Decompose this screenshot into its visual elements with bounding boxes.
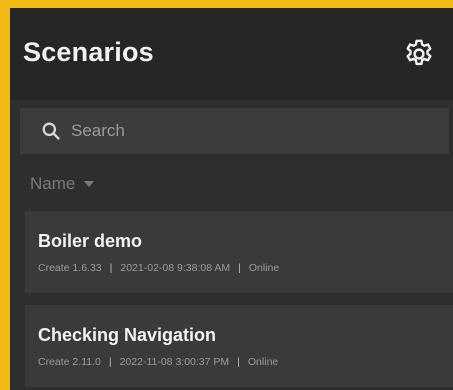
- scenario-status: Online: [247, 356, 279, 368]
- sort-dropdown[interactable]: Name: [30, 174, 95, 194]
- scenario-version: Create 2.11.0: [38, 356, 101, 368]
- scenario-version: Create 1.6.33: [38, 262, 102, 274]
- scenario-meta: Create 1.6.33 | 2021-02-08 9:38:08 AM | …: [38, 262, 279, 274]
- caret-down-icon: [84, 181, 95, 187]
- scenario-name: Checking Navigation: [38, 325, 217, 345]
- search-icon: [42, 122, 60, 140]
- scenario-name: Boiler demo: [38, 231, 143, 251]
- separator: |: [237, 356, 240, 368]
- scenarios-panel: Scenarios Name Boiler demo Create 1.6.33…: [10, 8, 453, 390]
- separator: |: [109, 262, 113, 274]
- separator: |: [238, 262, 241, 274]
- scenario-datetime: 2021-02-08 9:38:08 AM: [120, 262, 231, 274]
- gear-icon[interactable]: [402, 37, 436, 71]
- page-title: Scenarios: [23, 37, 154, 67]
- header: Scenarios: [10, 8, 453, 100]
- scenario-datetime: 2022-11-08 3:00:37 PM: [119, 356, 230, 368]
- scenario-card[interactable]: Boiler demo Create 1.6.33 | 2021-02-08 9…: [25, 211, 453, 293]
- scenario-status: Online: [248, 262, 280, 274]
- scenario-meta: Create 2.11.0 | 2022-11-08 3:00:37 PM | …: [38, 356, 278, 368]
- search-box[interactable]: [20, 108, 449, 154]
- scenario-card[interactable]: Checking Navigation Create 2.11.0 | 2022…: [25, 305, 453, 387]
- separator: |: [108, 356, 112, 368]
- sort-label: Name: [30, 174, 76, 193]
- search-input[interactable]: [71, 121, 411, 141]
